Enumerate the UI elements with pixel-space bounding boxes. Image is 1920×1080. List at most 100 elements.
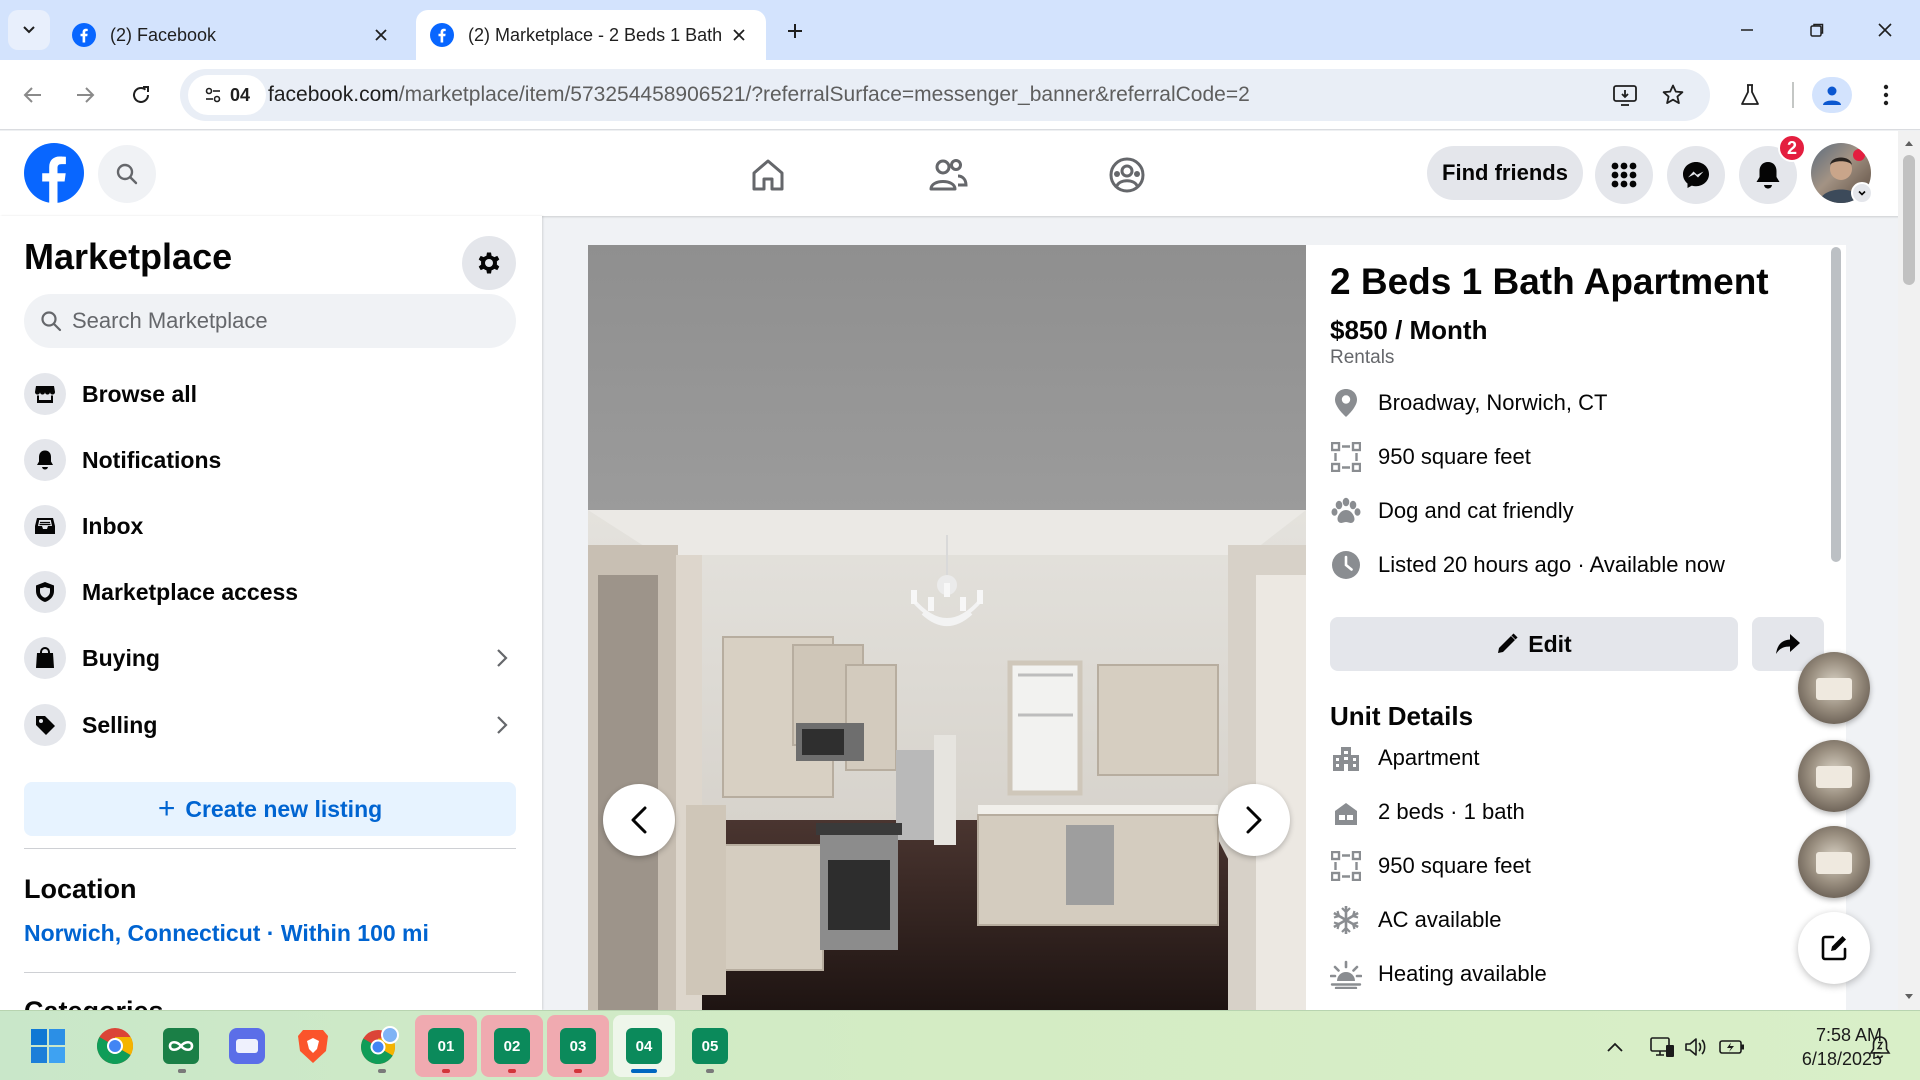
- bookmark-star-icon[interactable]: [1658, 80, 1688, 110]
- categories-heading: Categories: [24, 996, 164, 1010]
- scroll-down-arrow-icon[interactable]: [1902, 990, 1916, 1004]
- system-clock[interactable]: 7:58 AM 6/18/2025: [1762, 1023, 1882, 1071]
- sidebar-item-selling[interactable]: Selling: [24, 697, 516, 753]
- tune-icon: [205, 87, 221, 103]
- reload-button[interactable]: [120, 74, 162, 116]
- sidebar-item-marketplace-access[interactable]: Marketplace access: [24, 564, 516, 620]
- kitchen-photo-image: [588, 245, 1306, 1010]
- running-indicator: [178, 1069, 186, 1073]
- new-tab-button[interactable]: [780, 16, 810, 46]
- browser-tab-marketplace[interactable]: (2) Marketplace - 2 Beds 1 Bath Apartmen…: [416, 10, 766, 60]
- chat-head-listing-thumbnail[interactable]: [1798, 826, 1870, 898]
- chat-head-listing-thumbnail[interactable]: [1798, 652, 1870, 724]
- facebook-search-button[interactable]: [98, 145, 156, 203]
- abc-proxy-icon: [229, 1028, 265, 1064]
- account-menu-chevron[interactable]: [1851, 182, 1873, 204]
- unit-detail-text: Heating available: [1378, 961, 1547, 986]
- minimize-icon: [1741, 29, 1753, 31]
- marketplace-search-box[interactable]: [24, 294, 516, 348]
- taskbar-chrome-profile[interactable]: [357, 1023, 403, 1069]
- running-indicator: [378, 1069, 386, 1073]
- brave-lion-icon: [298, 1030, 328, 1063]
- restore-window-button[interactable]: [1794, 10, 1840, 50]
- back-button[interactable]: [12, 74, 54, 116]
- find-friends-button[interactable]: Find friends: [1427, 146, 1583, 200]
- install-app-icon[interactable]: [1610, 80, 1640, 110]
- create-listing-label: Create new listing: [185, 795, 383, 822]
- show-hidden-icons-button[interactable]: [1601, 1033, 1629, 1061]
- taskbar-workspace-02[interactable]: 02: [489, 1023, 535, 1069]
- sidebar-item-buying[interactable]: Buying: [24, 630, 516, 686]
- notification-count-badge: 2: [1778, 134, 1806, 162]
- minimize-window-button[interactable]: [1724, 10, 1770, 50]
- browser-tab-facebook[interactable]: (2) Facebook: [58, 10, 408, 60]
- gear-icon: [478, 252, 500, 274]
- arrow-right-icon: [77, 87, 95, 103]
- facebook-logo-icon[interactable]: [24, 143, 84, 203]
- taskbar-workspace-05[interactable]: 05: [687, 1023, 733, 1069]
- taskbar-workspace-04[interactable]: 04: [621, 1023, 667, 1069]
- browser-toolbar: 04 facebook.com/marketplace/item/5732544…: [0, 60, 1920, 130]
- listing-photo: [588, 245, 1306, 1010]
- forward-button[interactable]: [64, 74, 106, 116]
- url-host: facebook.com: [268, 83, 399, 106]
- tab-title: (2) Facebook: [110, 24, 217, 45]
- url-text[interactable]: facebook.com/marketplace/item/5732544589…: [268, 83, 1250, 107]
- previous-photo-button[interactable]: [603, 784, 675, 856]
- new-message-button[interactable]: [1798, 912, 1870, 984]
- storefront-icon: [24, 373, 66, 415]
- more-vertical-icon: [1883, 84, 1889, 106]
- sidebar-title: Marketplace: [24, 236, 233, 277]
- menu-button[interactable]: [1595, 146, 1653, 204]
- unit-detail-ac: AC available: [1330, 900, 1502, 940]
- marketplace-search-input[interactable]: [72, 308, 492, 334]
- shopping-bag-icon: [24, 637, 66, 679]
- facebook-favicon-icon: [72, 23, 96, 47]
- taskbar-brave[interactable]: [290, 1023, 336, 1069]
- marketplace-settings-button[interactable]: [462, 236, 516, 290]
- close-icon: [1878, 23, 1892, 37]
- volume-icon[interactable]: [1682, 1033, 1710, 1061]
- messenger-button[interactable]: [1667, 146, 1725, 204]
- taskbar-abc-proxy[interactable]: [224, 1023, 270, 1069]
- tab-search-button[interactable]: [8, 10, 50, 50]
- square-feet-icon: [1330, 441, 1362, 473]
- taskbar-workspace-03[interactable]: 03: [555, 1023, 601, 1069]
- sidebar-divider: [24, 972, 516, 973]
- network-status-icon[interactable]: [1648, 1033, 1676, 1061]
- next-photo-button[interactable]: [1218, 784, 1290, 856]
- sidebar-item-browse-all[interactable]: Browse all: [24, 366, 516, 422]
- bell-icon: [1756, 162, 1780, 189]
- labs-flask-icon[interactable]: [1732, 77, 1768, 113]
- taskbar-app-green[interactable]: [158, 1023, 204, 1069]
- unit-detail-size: 950 square feet: [1330, 846, 1531, 886]
- taskbar-workspace-01[interactable]: 01: [423, 1023, 469, 1069]
- fact-text: Broadway, Norwich, CT: [1378, 390, 1608, 415]
- location-filter-link[interactable]: Norwich, Connecticut · Within 100 mi: [24, 920, 429, 947]
- browser-profile-button[interactable]: [1812, 77, 1852, 113]
- browser-menu-button[interactable]: [1868, 77, 1904, 113]
- sidebar-item-inbox[interactable]: Inbox: [24, 498, 516, 554]
- nav-friends[interactable]: [918, 151, 978, 199]
- workspace-label: 02: [494, 1028, 530, 1064]
- taskbar-chrome[interactable]: [92, 1023, 138, 1069]
- start-button[interactable]: [25, 1023, 71, 1069]
- notification-center-icon[interactable]: [1866, 1033, 1894, 1061]
- battery-icon[interactable]: [1718, 1033, 1746, 1061]
- sidebar-item-notifications[interactable]: Notifications: [24, 432, 516, 488]
- chat-head-listing-thumbnail[interactable]: [1798, 740, 1870, 812]
- edit-listing-button[interactable]: Edit: [1330, 617, 1738, 671]
- nav-groups[interactable]: [1097, 151, 1157, 199]
- nav-home[interactable]: [738, 151, 798, 199]
- page-scrollbar-thumb[interactable]: [1903, 155, 1915, 285]
- site-info-chip[interactable]: 04: [188, 75, 266, 115]
- close-tab-icon[interactable]: [370, 24, 392, 46]
- details-scrollbar-thumb[interactable]: [1831, 247, 1841, 562]
- address-bar[interactable]: 04 facebook.com/marketplace/item/5732544…: [180, 69, 1710, 121]
- close-window-button[interactable]: [1862, 10, 1908, 50]
- chevron-right-icon: [488, 644, 516, 672]
- clock-date: 6/18/2025: [1801, 1049, 1882, 1069]
- close-tab-icon[interactable]: [728, 24, 750, 46]
- create-new-listing-button[interactable]: + Create new listing: [24, 782, 516, 836]
- scroll-up-arrow-icon[interactable]: [1902, 136, 1916, 150]
